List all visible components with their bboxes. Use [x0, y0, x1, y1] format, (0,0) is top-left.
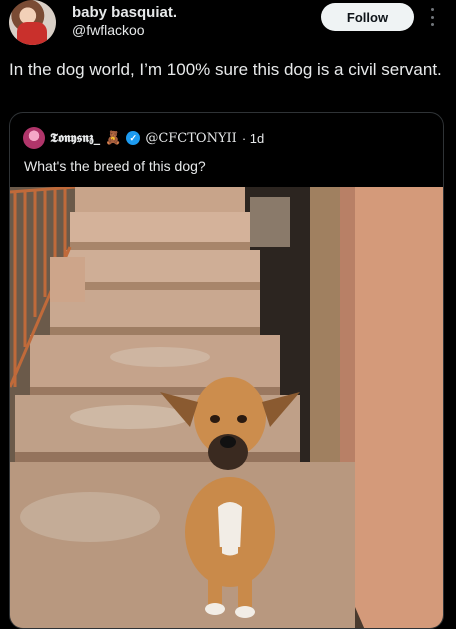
- post-text: In the dog world, I’m 100% sure this dog…: [9, 60, 442, 79]
- author-name[interactable]: baby basquiat.: [72, 4, 177, 21]
- quoted-author-handle: @CFCTONYII: [145, 130, 237, 146]
- more-icon[interactable]: [426, 6, 438, 28]
- author-handle[interactable]: @fwflackoo: [72, 22, 145, 38]
- follow-button[interactable]: Follow: [321, 3, 414, 31]
- quoted-post[interactable]: 𝕿𝖔𝖓𝖞𝖘𝖓𝖟_ 🧸 ✓ @CFCTONYII · 1d What's the …: [9, 112, 444, 629]
- post-header: baby basquiat. @fwflackoo Follow: [0, 0, 456, 52]
- quoted-post-time: · 1d: [241, 130, 265, 146]
- bear-icon: 🧸: [105, 130, 122, 145]
- quoted-avatar: [23, 127, 45, 149]
- quoted-author-name: 𝕿𝖔𝖓𝖞𝖘𝖓𝖟_: [50, 130, 101, 146]
- avatar[interactable]: [9, 0, 56, 45]
- quoted-post-header: 𝕿𝖔𝖓𝖞𝖘𝖓𝖟_ 🧸 ✓ @CFCTONYII · 1d: [23, 127, 264, 149]
- verified-icon: ✓: [126, 131, 141, 145]
- dog-photo[interactable]: [10, 187, 444, 629]
- quoted-post-text: What's the breed of this dog?: [24, 158, 206, 174]
